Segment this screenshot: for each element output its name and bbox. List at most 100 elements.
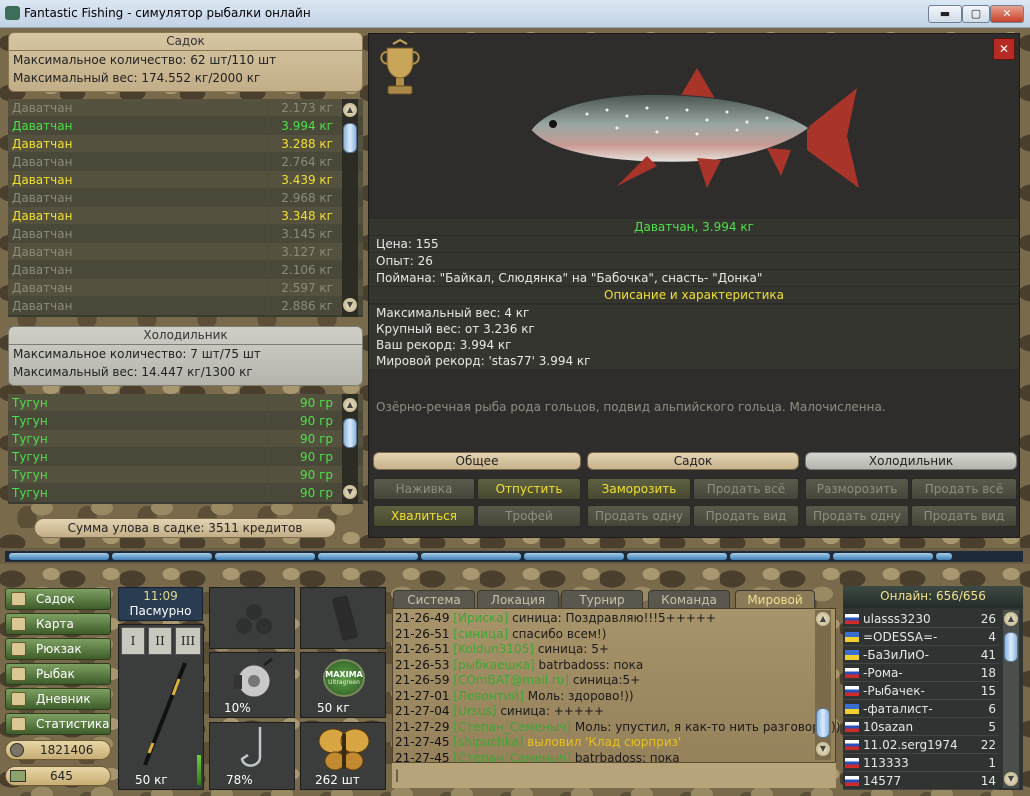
unfreeze-button[interactable]: Разморозить (805, 478, 909, 500)
chat-input[interactable]: | (392, 762, 836, 788)
rod-tab-3[interactable]: III (175, 627, 201, 655)
trophy-button[interactable]: Трофей (477, 505, 581, 527)
sadok-fish-row[interactable]: Даватчан 3.288 кг (8, 135, 363, 153)
chat-nick[interactable]: [COmBAT@mail.ru] (453, 673, 569, 687)
sadok-fish-row[interactable]: Даватчан 2.106 кг (8, 261, 363, 279)
online-user-row[interactable]: 113333 1 (843, 754, 999, 772)
nav-label: Дневник (36, 692, 91, 706)
chat-nick[interactable]: [рыбкаешка] (453, 658, 534, 672)
chat-tab[interactable]: Мировой (735, 590, 815, 608)
chat-nick[interactable]: [Левонтий] (453, 689, 524, 703)
sadok-fish-row[interactable]: Даватчан 2.597 кг (8, 279, 363, 297)
online-user-row[interactable]: 11.02.serg1974 22 (843, 736, 999, 754)
scroll-down-icon[interactable]: ▼ (343, 485, 357, 499)
sadok-fish-row[interactable]: Даватчан 3.127 кг (8, 243, 363, 261)
chat-nick[interactable]: [Степан_Семеныч] (453, 720, 571, 734)
rod-slot[interactable]: I II III 50 кг (118, 624, 204, 790)
weather-box: 11:09 Пасмурно (118, 587, 203, 621)
sadok-fish-row[interactable]: Даватчан 2.764 кг (8, 153, 363, 171)
tab-general[interactable]: Общее (373, 452, 581, 470)
online-user-row[interactable]: -Рыбачек- 15 (843, 682, 999, 700)
scroll-down-icon[interactable]: ▼ (816, 742, 830, 756)
line-slot[interactable]: MAXIMA Ultragreen 50 кг (300, 652, 386, 718)
online-user-row[interactable]: 10sazan 5 (843, 718, 999, 736)
sadok-fish-row[interactable]: Даватчан 3.439 кг (8, 171, 363, 189)
chat-tab[interactable]: Турнир (561, 590, 643, 608)
fridge-fish-row[interactable]: Тугун 90 гр (8, 412, 363, 430)
bait-button[interactable]: Наживка (373, 478, 475, 500)
fridge-fish-row[interactable]: Тугун 90 гр (8, 448, 363, 466)
sadok-fish-row[interactable]: Даватчан 2.886 кг (8, 297, 363, 315)
scroll-thumb[interactable] (816, 708, 830, 738)
fridge-sell-all-button[interactable]: Продать всё (911, 478, 1017, 500)
scroll-up-icon[interactable]: ▲ (343, 103, 357, 117)
rod-tab-2[interactable]: II (148, 627, 172, 655)
fridge-fish-row[interactable]: Тугун 90 гр (8, 430, 363, 448)
chat-tab[interactable]: Команда (648, 590, 730, 608)
freeze-button[interactable]: Заморозить (587, 478, 691, 500)
chat-scrollbar[interactable]: ▲ ▼ (815, 610, 831, 760)
online-scrollbar[interactable]: ▲ ▼ (1003, 610, 1019, 788)
nav-net-button[interactable]: Садок (5, 588, 111, 610)
sadok-scrollbar[interactable]: ▲ ▼ (342, 99, 358, 317)
chat-nick[interactable]: [shipuchka] (453, 735, 523, 749)
fridge-fish-row[interactable]: Тугун 90 гр (8, 394, 363, 412)
user-name: -Рыбачек- (863, 684, 925, 698)
nav-backpack-button[interactable]: Рюкзак (5, 638, 111, 660)
sadok-fish-row[interactable]: Даватчан 2.968 кг (8, 189, 363, 207)
release-button[interactable]: Отпустить (477, 478, 581, 500)
online-user-row[interactable]: ulasss3230 26 (843, 610, 999, 628)
sell-all-button[interactable]: Продать всё (693, 478, 799, 500)
empty-slot[interactable] (209, 587, 295, 649)
brag-button[interactable]: Хвалиться (373, 505, 475, 527)
fridge-sell-kind-button[interactable]: Продать вид (911, 505, 1017, 527)
scroll-thumb[interactable] (1004, 632, 1018, 662)
online-user-row[interactable]: -фаталист- 6 (843, 700, 999, 718)
close-window-button[interactable]: ✕ (990, 5, 1024, 23)
scroll-up-icon[interactable]: ▲ (343, 398, 357, 412)
online-user-row[interactable]: =ODESSA=- 4 (843, 628, 999, 646)
fridge-sell-one-button[interactable]: Продать одну (805, 505, 909, 527)
online-user-row[interactable]: -Рома- 18 (843, 664, 999, 682)
chat-nick[interactable]: [Ursus] (453, 704, 496, 718)
reel-slot[interactable]: 10% (209, 652, 295, 718)
float-slot[interactable] (300, 587, 386, 649)
close-detail-button[interactable]: ✕ (993, 38, 1015, 60)
chat-nick[interactable]: [Koldun3105] (453, 642, 534, 656)
fish-name: Даватчан (12, 227, 73, 241)
nav-fisherman-button[interactable]: Рыбак (5, 663, 111, 685)
chat-nick[interactable]: [Ириска] (453, 611, 508, 625)
fridge-max-weight: Максимальный вес: 14.447 кг/1300 кг (13, 365, 253, 379)
online-user-row[interactable]: -БаЗиЛиО- 41 (843, 646, 999, 664)
nav-stats-button[interactable]: Статистика (5, 713, 111, 735)
scroll-thumb[interactable] (343, 418, 357, 448)
tab-fridge[interactable]: Холодильник (805, 452, 1017, 470)
sadok-fish-row[interactable]: Даватчан 3.145 кг (8, 225, 363, 243)
online-user-row[interactable]: 14577 14 (843, 772, 999, 790)
hook-slot[interactable]: 78% (209, 722, 295, 790)
scroll-down-icon[interactable]: ▼ (343, 298, 357, 312)
chat-nick[interactable]: [синица] (453, 627, 508, 641)
minimize-button[interactable]: ▬ (928, 5, 962, 23)
maximize-button[interactable]: ▢ (962, 5, 990, 23)
bait-slot[interactable]: 262 шт (300, 722, 386, 790)
chat-message: 21-26-59 [COmBAT@mail.ru] синица:5+ (395, 672, 640, 689)
scroll-down-icon[interactable]: ▼ (1004, 772, 1018, 786)
sadok-fish-row[interactable]: Даватчан 2.173 кг (8, 99, 363, 117)
sadok-fish-row[interactable]: Даватчан 3.994 кг (8, 117, 363, 135)
nav-map-button[interactable]: Карта (5, 613, 111, 635)
sell-kind-button[interactable]: Продать вид (693, 505, 799, 527)
sadok-fish-row[interactable]: Даватчан 3.348 кг (8, 207, 363, 225)
fridge-scrollbar[interactable]: ▲ ▼ (342, 394, 358, 504)
fridge-fish-row[interactable]: Тугун 90 гр (8, 484, 363, 502)
chat-tab[interactable]: Локация (477, 590, 559, 608)
tab-sadok[interactable]: Садок (587, 452, 799, 470)
fridge-fish-row[interactable]: Тугун 90 гр (8, 466, 363, 484)
chat-tab[interactable]: Система (393, 590, 475, 608)
scroll-up-icon[interactable]: ▲ (816, 612, 830, 626)
scroll-thumb[interactable] (343, 123, 357, 153)
sell-one-button[interactable]: Продать одну (587, 505, 691, 527)
rod-tab-1[interactable]: I (121, 627, 145, 655)
nav-diary-button[interactable]: Дневник (5, 688, 111, 710)
scroll-up-icon[interactable]: ▲ (1004, 612, 1018, 626)
